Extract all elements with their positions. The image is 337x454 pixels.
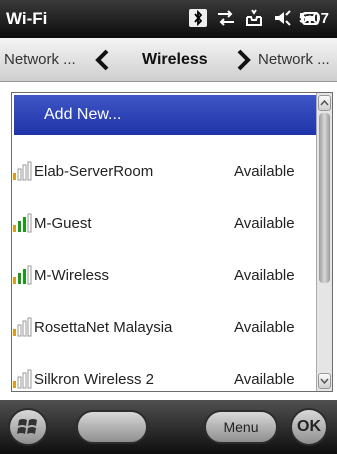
start-button[interactable] [8, 408, 48, 446]
menu-button[interactable]: Menu [204, 410, 278, 444]
scroll-thumb[interactable] [319, 113, 330, 283]
tab-previous[interactable]: Network ... [4, 51, 76, 68]
network-name: Elab-ServerRoom [34, 162, 154, 180]
signal-strength-icon [13, 213, 32, 233]
speaker-icon [275, 10, 291, 26]
network-name: RosettaNet Malaysia [34, 318, 173, 336]
network-name: M-Guest [34, 214, 92, 232]
network-status: Available [234, 214, 295, 232]
windows-logo-icon [17, 419, 37, 434]
signal-strength-icon [13, 317, 32, 337]
network-status: Available [234, 162, 295, 180]
list-item[interactable]: M-Wireless Available [12, 249, 316, 301]
network-name: Silkron Wireless 2 [34, 370, 155, 388]
network-status: Available [234, 266, 295, 284]
tab-next[interactable]: Network ... [258, 51, 330, 68]
signal-strength-icon [13, 265, 32, 285]
scroll-up-button[interactable] [318, 95, 331, 111]
app-title: Wi-Fi [6, 9, 48, 28]
signal-strength-icon [13, 161, 32, 181]
list-item[interactable]: RosettaNet Malaysia Available [12, 301, 316, 353]
left-softkey-button[interactable] [76, 410, 148, 444]
status-bar: Wi-Fi 5:07 [0, 0, 337, 38]
sync-arrows-icon [218, 10, 234, 26]
scrollbar[interactable] [316, 93, 332, 391]
signal-strength-icon [13, 369, 32, 389]
bluetooth-icon [189, 9, 207, 27]
network-name: M-Wireless [34, 266, 109, 284]
softkey-bar: Menu OK [0, 400, 337, 454]
add-new-network[interactable]: Add New... [14, 95, 316, 135]
main-content: Add New... Elab-ServerRoom Available M-G… [0, 82, 337, 400]
list-item[interactable]: Elab-ServerRoom Available [12, 145, 316, 197]
ok-button[interactable]: OK [290, 408, 328, 446]
network-status: Available [234, 370, 295, 388]
network-list: Add New... Elab-ServerRoom Available M-G… [11, 92, 333, 392]
inbox-icon [246, 9, 262, 26]
chevron-right-icon[interactable] [232, 48, 254, 72]
network-status: Available [234, 318, 295, 336]
tab-header: Network ... Wireless Network ... [0, 38, 337, 82]
chevron-down-icon [320, 378, 329, 385]
scroll-down-button[interactable] [318, 373, 331, 389]
tab-current: Wireless [142, 50, 208, 68]
list-item[interactable]: Silkron Wireless 2 Available [12, 353, 316, 391]
chevron-left-icon[interactable] [92, 48, 114, 72]
clock-time: 5:07 [298, 10, 329, 27]
list-item[interactable]: M-Guest Available [12, 197, 316, 249]
chevron-up-icon [320, 99, 329, 106]
